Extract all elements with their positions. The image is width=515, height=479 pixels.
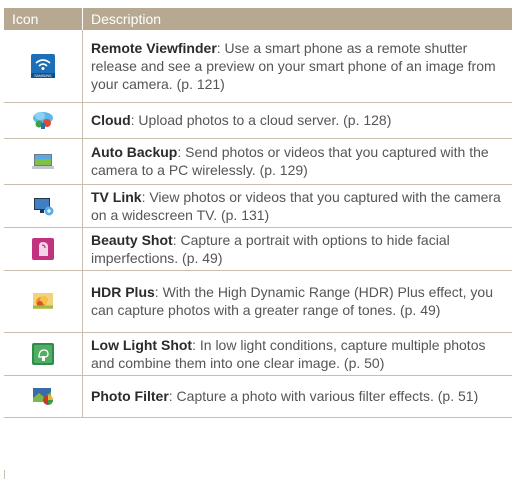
- hdr-plus-icon: [31, 289, 55, 313]
- description-cell: Auto Backup: Send photos or videos that …: [82, 138, 512, 185]
- samsung-logo-text: SAMSUNG: [34, 74, 52, 78]
- icon-description-table: Icon Description SAMSUNG Remote Viewfind…: [4, 8, 512, 418]
- icon-cell: [4, 375, 83, 418]
- description-cell: Low Light Shot: In low light conditions,…: [82, 332, 512, 376]
- table-row: Beauty Shot: Capture a portrait with opt…: [4, 227, 512, 271]
- feature-name: Cloud: [91, 112, 131, 128]
- auto-backup-icon: [31, 149, 55, 173]
- icon-cell: [4, 138, 83, 185]
- description-cell: TV Link: View photos or videos that you …: [82, 184, 512, 228]
- feature-name: Low Light Shot: [91, 336, 193, 353]
- table-row: TV Link: View photos or videos that you …: [4, 184, 512, 228]
- icon-cell: [4, 332, 83, 376]
- icon-table-page: Icon Description SAMSUNG Remote Viewfind…: [0, 0, 515, 479]
- beauty-shot-icon: [31, 237, 55, 261]
- feature-text: : Upload photos to a cloud server. (p. 1…: [130, 112, 392, 128]
- description-cell: HDR Plus: With the High Dynamic Range (H…: [82, 270, 512, 333]
- header-icon: Icon: [4, 8, 83, 30]
- table-row: Low Light Shot: In low light conditions,…: [4, 332, 512, 376]
- feature-name: TV Link: [91, 188, 142, 205]
- icon-cell: [4, 184, 83, 228]
- icon-cell: [4, 227, 83, 271]
- table-row: HDR Plus: With the High Dynamic Range (H…: [4, 270, 512, 333]
- feature-name: HDR Plus: [91, 284, 155, 300]
- description-cell: Cloud: Upload photos to a cloud server. …: [82, 102, 512, 139]
- low-light-shot-icon: [31, 342, 55, 366]
- table-header-row: Icon Description: [4, 8, 512, 30]
- tv-link-icon: [31, 194, 55, 218]
- left-border-rule: [4, 470, 5, 479]
- icon-cell: SAMSUNG: [4, 30, 83, 103]
- table-row: Cloud: Upload photos to a cloud server. …: [4, 102, 512, 139]
- feature-name: Auto Backup: [91, 144, 178, 160]
- description-cell: Beauty Shot: Capture a portrait with opt…: [82, 227, 512, 271]
- table-row: Photo Filter: Capture a photo with vario…: [4, 375, 512, 418]
- header-description: Description: [82, 8, 512, 30]
- icon-cell: [4, 102, 83, 139]
- feature-text: : View photos or videos that you capture…: [91, 188, 501, 223]
- description-cell: Photo Filter: Capture a photo with vario…: [82, 375, 512, 418]
- feature-name: Beauty Shot: [91, 231, 173, 248]
- description-cell: Remote Viewfinder: Use a smart phone as …: [82, 30, 512, 103]
- remote-viewfinder-icon: SAMSUNG: [31, 53, 55, 78]
- table-row: SAMSUNG Remote Viewfinder: Use a smart p…: [4, 30, 512, 103]
- feature-text: : Capture a photo with various filter ef…: [168, 388, 479, 404]
- icon-cell: [4, 270, 83, 333]
- table-row: Auto Backup: Send photos or videos that …: [4, 138, 512, 185]
- photo-filter-icon: [31, 384, 55, 408]
- feature-name: Remote Viewfinder: [91, 39, 217, 56]
- feature-name: Photo Filter: [91, 388, 169, 404]
- cloud-icon: [31, 108, 55, 132]
